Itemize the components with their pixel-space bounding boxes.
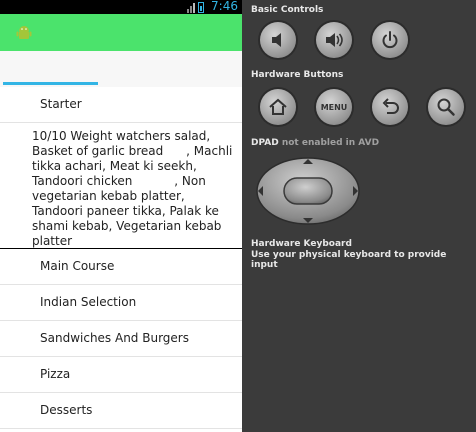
home-icon [269,98,287,115]
dpad-control[interactable] [256,157,360,225]
status-time: 7:46 [211,0,238,13]
hardware-keyboard-heading: Hardware Keyboard [251,239,352,249]
dpad-note: not enabled in AVD [281,138,380,148]
battery-icon [198,2,204,13]
signal-icon [187,3,195,13]
dpad-label: DPAD [251,138,279,148]
android-app-icon[interactable] [15,24,33,42]
starter-items-text: 10/10 Weight watchers salad, Basket of g… [0,123,242,249]
tab-indicator [3,82,98,85]
category-indian-selection[interactable]: Indian Selection [0,285,242,321]
menu-button[interactable]: MENU [316,89,352,125]
volume-up-button[interactable] [316,22,352,58]
back-icon [382,98,399,114]
category-desserts[interactable]: Desserts [0,393,242,429]
volume-down-icon [272,33,281,47]
basic-controls-heading: Basic Controls [251,5,324,15]
volume-down-button[interactable] [260,22,296,58]
volume-up-icon [326,33,343,47]
dpad-heading: DPAD not enabled in AVD [251,138,379,148]
menu-category-list: Starter 10/10 Weight watchers salad, Bas… [0,87,242,429]
search-icon [437,98,455,116]
keyboard-hint-text: Use your physical keyboard to provide in… [251,250,447,270]
power-button[interactable] [372,22,408,58]
search-button[interactable] [428,89,464,125]
hardware-buttons-heading: Hardware Buttons [251,70,344,80]
power-icon [382,31,398,49]
emulator-controls-panel: Basic Controls Hardware Buttons MENU DPA… [242,0,476,432]
category-starter[interactable]: Starter [0,87,242,123]
menu-button-label: MENU [320,102,348,112]
android-phone-screen: 7:46 Starter 10/10 Weight watchers salad… [0,0,242,432]
category-sandwiches-and-burgers[interactable]: Sandwiches And Burgers [0,321,242,357]
status-bar: 7:46 [0,0,242,14]
category-main-course[interactable]: Main Course [0,249,242,285]
home-button[interactable] [260,89,296,125]
back-button[interactable] [372,89,408,125]
action-bar [0,14,242,51]
category-pizza[interactable]: Pizza [0,357,242,393]
status-icons [187,1,204,13]
